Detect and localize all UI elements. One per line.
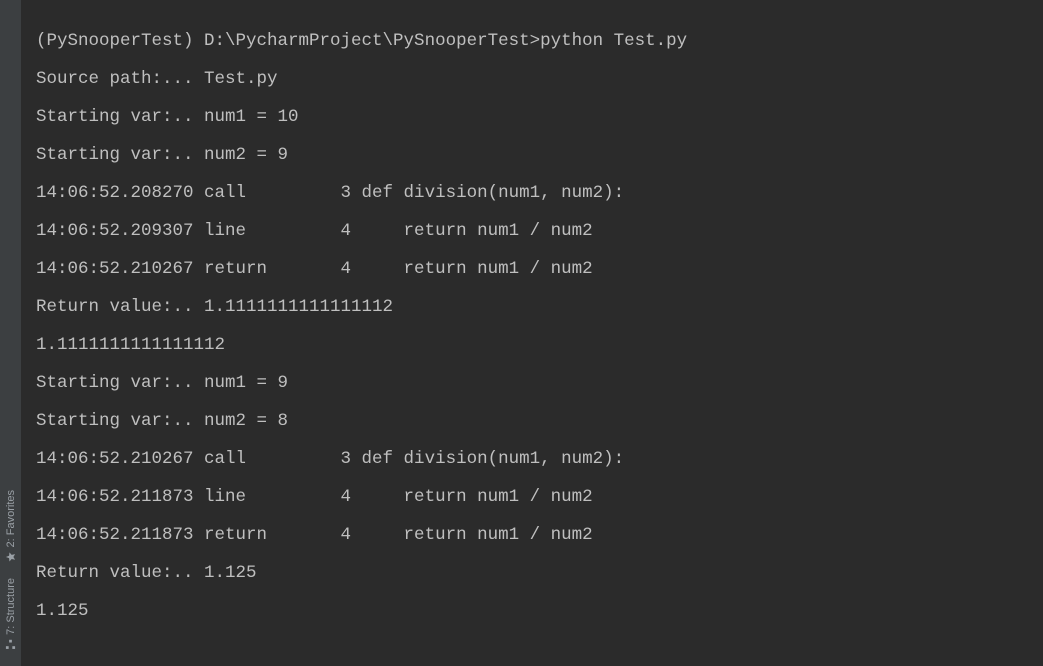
terminal-line: Return value:.. 1.125 (36, 554, 1043, 592)
app-root: 2: Favorites 7: Structure (PySnooperTest… (0, 0, 1043, 666)
structure-icon (5, 639, 16, 650)
terminal-line: Starting var:.. num2 = 8 (36, 402, 1043, 440)
terminal-line: 1.125 (36, 592, 1043, 630)
terminal-line: Starting var:.. num1 = 10 (36, 98, 1043, 136)
terminal-line: (PySnooperTest) D:\PycharmProject\PySnoo… (36, 22, 1043, 60)
left-sidebar: 2: Favorites 7: Structure (0, 0, 22, 666)
terminal-line: Source path:... Test.py (36, 60, 1043, 98)
terminal-line: Starting var:.. num1 = 9 (36, 364, 1043, 402)
terminal-output[interactable]: (PySnooperTest) D:\PycharmProject\PySnoo… (22, 0, 1043, 666)
terminal-line: Return value:.. 1.1111111111111112 (36, 288, 1043, 326)
sidebar-item-label: 7: Structure (5, 578, 17, 635)
terminal-line: 14:06:52.208270 call 3 def division(num1… (36, 174, 1043, 212)
terminal-line: 14:06:52.209307 line 4 return num1 / num… (36, 212, 1043, 250)
terminal-line: 14:06:52.210267 call 3 def division(num1… (36, 440, 1043, 478)
terminal-line: 14:06:52.211873 line 4 return num1 / num… (36, 478, 1043, 516)
terminal-line: 14:06:52.211873 return 4 return num1 / n… (36, 516, 1043, 554)
sidebar-item-structure[interactable]: 7: Structure (5, 570, 17, 658)
terminal-line: 1.1111111111111112 (36, 326, 1043, 364)
star-icon (5, 551, 16, 562)
terminal-line: Starting var:.. num2 = 9 (36, 136, 1043, 174)
sidebar-item-favorites[interactable]: 2: Favorites (5, 482, 17, 570)
sidebar-item-label: 2: Favorites (5, 490, 17, 547)
terminal-line: 14:06:52.210267 return 4 return num1 / n… (36, 250, 1043, 288)
